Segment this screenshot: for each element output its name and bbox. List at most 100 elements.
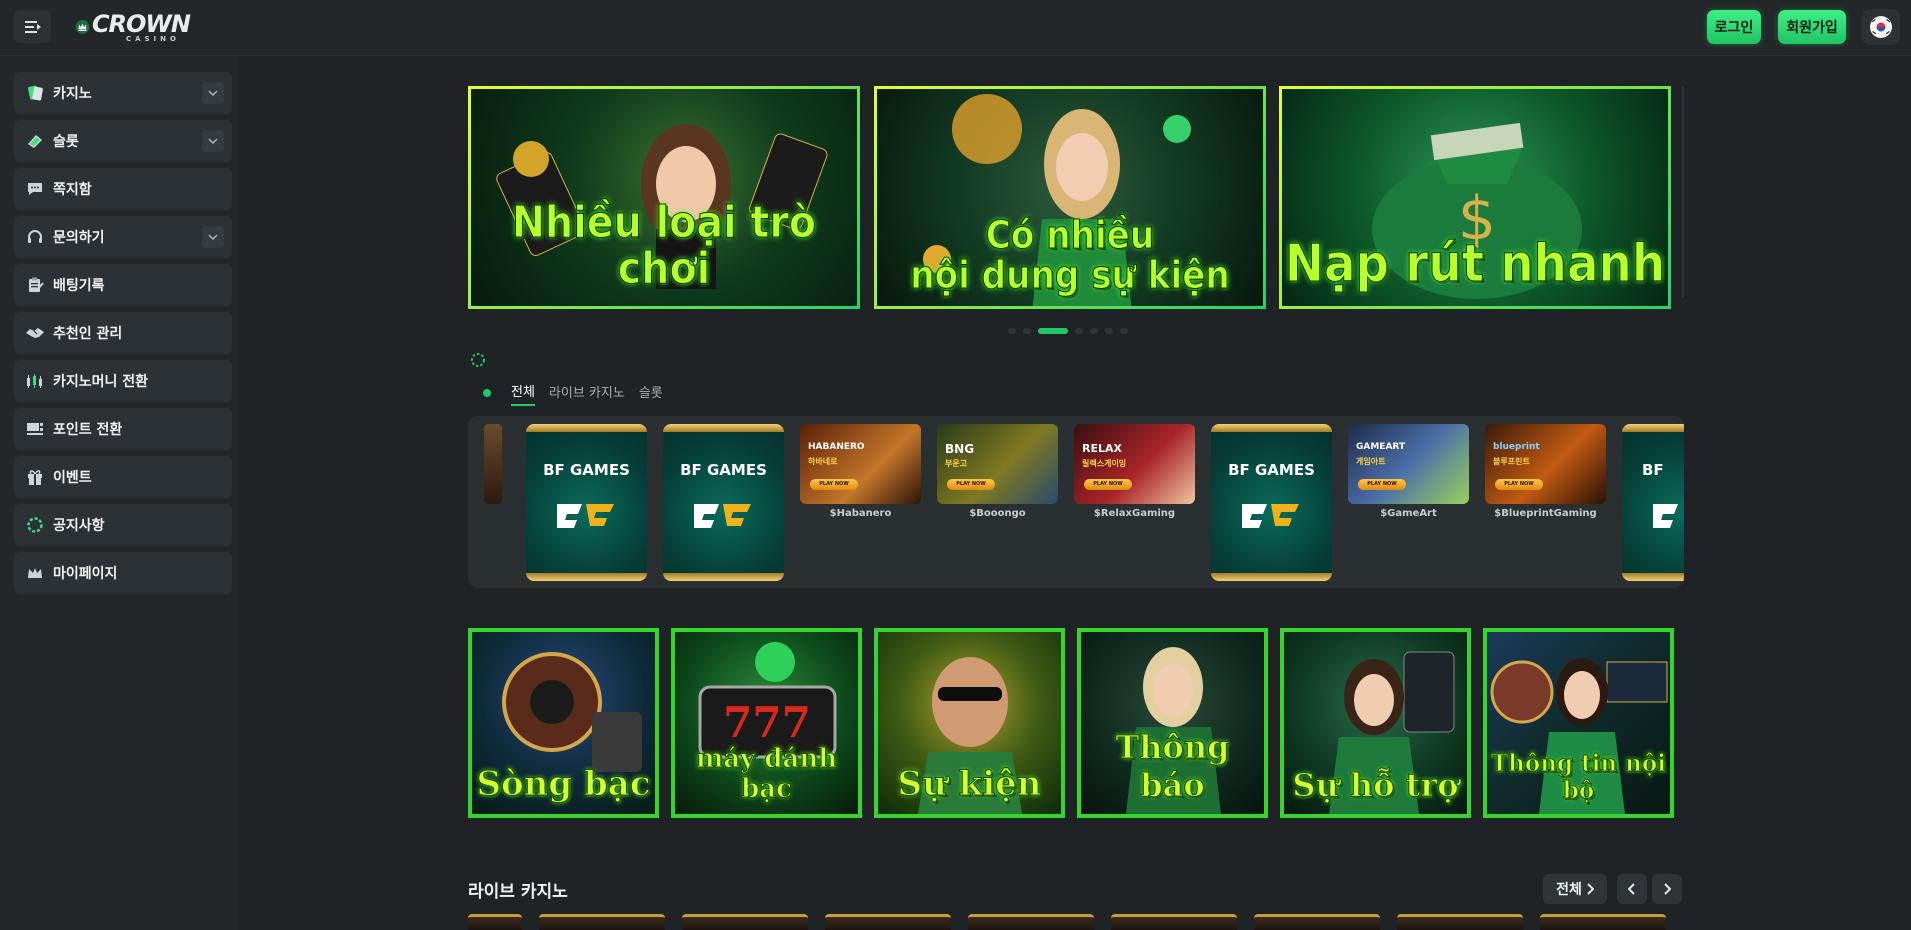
sidebar-item-label: 포인트 전환 xyxy=(53,422,123,438)
sidebar-item-point-exchange[interactable]: 포인트 전환 xyxy=(14,408,232,450)
live-game-card[interactable] xyxy=(1254,914,1380,930)
carousel-dot[interactable] xyxy=(1023,328,1031,334)
tab-live-casino[interactable]: 라이브 카지노 xyxy=(549,382,625,405)
headset-icon xyxy=(25,227,45,247)
category-casino[interactable]: Sòng bạc xyxy=(468,628,659,818)
sidebar-item-notice[interactable]: 공지사항 xyxy=(14,504,232,546)
chevron-right-icon xyxy=(1587,883,1594,895)
crown-logo-icon xyxy=(75,20,90,34)
play-now-button[interactable]: PLAY NOW xyxy=(1358,479,1406,490)
game-card-gameart[interactable]: GAMEART 게임아트 PLAY NOW xyxy=(1348,424,1469,504)
sidebar-item-label: 문의하기 xyxy=(53,230,105,246)
banner-text: Nạp rút nhanh xyxy=(1284,234,1666,295)
carousel-dot[interactable] xyxy=(1120,328,1128,334)
view-all-button[interactable]: 전체 xyxy=(1543,874,1607,904)
provider-logo: HABANERO xyxy=(808,442,865,452)
provider-logo: BNG xyxy=(945,442,975,456)
chevron-down-icon[interactable] xyxy=(202,130,224,152)
live-game-card[interactable] xyxy=(468,914,522,930)
card-border-bottom xyxy=(1211,573,1332,581)
play-now-button[interactable]: PLAY NOW xyxy=(1495,479,1543,490)
banner-text-line2: nội dung sự kiện xyxy=(910,253,1231,298)
loading-spinner-icon xyxy=(471,353,485,367)
provider-label: $Booongo xyxy=(969,508,1026,519)
prev-button[interactable] xyxy=(1617,874,1647,904)
carousel-pagination xyxy=(1008,328,1128,334)
game-card-bf[interactable]: BF GAMES xyxy=(663,424,784,581)
card-border-top xyxy=(526,424,647,432)
sidebar-item-mypage[interactable]: 마이페이지 xyxy=(14,552,232,594)
game-filter-tabs: 전체 라이브 카지노 슬롯 xyxy=(483,380,663,406)
game-card-bf[interactable]: BF xyxy=(1622,424,1684,581)
sidebar-item-casino-money-exchange[interactable]: 카지노머니 전환 xyxy=(14,360,232,402)
language-button[interactable] xyxy=(1862,9,1900,45)
category-event[interactable]: Sự kiện xyxy=(874,628,1065,818)
chevron-down-icon[interactable] xyxy=(202,226,224,248)
gift-icon xyxy=(25,467,45,487)
live-game-card[interactable] xyxy=(1397,914,1523,930)
handshake-icon xyxy=(25,323,45,343)
game-card-blueprint[interactable]: blueprint 블루프린트 PLAY NOW xyxy=(1485,424,1606,504)
game-provider-list: BF GAMES BF GAMES HABANERO 하바네로 PLAY NOW… xyxy=(468,416,1684,588)
banner-games[interactable]: Nhiều loại trò chơi xyxy=(468,86,860,309)
category-notice[interactable]: Thông báo xyxy=(1077,628,1268,818)
tab-all[interactable]: 전체 xyxy=(511,381,535,406)
sidebar-item-event[interactable]: 이벤트 xyxy=(14,456,232,498)
chevron-down-icon[interactable] xyxy=(202,82,224,104)
sidebar-item-casino[interactable]: 카지노 xyxy=(14,72,232,114)
game-title: BF GAMES xyxy=(543,461,630,479)
banner-events[interactable]: Có nhiều nội dung sự kiện xyxy=(874,86,1266,309)
carousel-dot-active[interactable] xyxy=(1038,328,1068,334)
category-slot-machine[interactable]: 777 máy đánh bạc xyxy=(671,628,862,818)
svg-text:777: 777 xyxy=(723,698,811,747)
sidebar-item-referral[interactable]: 추천인 관리 xyxy=(14,312,232,354)
live-game-card[interactable] xyxy=(682,914,808,930)
sidebar-item-label: 슬롯 xyxy=(53,134,79,150)
category-label: Sự kiện xyxy=(897,764,1042,805)
next-button[interactable] xyxy=(1652,874,1682,904)
game-card-bf[interactable]: BF GAMES xyxy=(1211,424,1332,581)
live-game-card[interactable] xyxy=(1540,914,1666,930)
banner-fast-deposit[interactable]: $ Nạp rút nhanh xyxy=(1279,86,1671,309)
sidebar-item-betting-history[interactable]: 배팅기록 xyxy=(14,264,232,306)
site-logo[interactable]: CROWN CASINO xyxy=(75,8,191,46)
carousel-dot[interactable] xyxy=(1105,328,1113,334)
game-card-bf[interactable]: BF GAMES xyxy=(526,424,647,581)
login-button[interactable]: 로그인 xyxy=(1707,10,1761,44)
banner-text: Nhiều loại trò chơi xyxy=(511,196,817,294)
live-game-card[interactable] xyxy=(825,914,951,930)
bf-logo-icon xyxy=(694,504,751,528)
live-game-card[interactable] xyxy=(539,914,665,930)
sidebar-item-slot[interactable]: 슬롯 xyxy=(14,120,232,162)
play-now-button[interactable]: PLAY NOW xyxy=(1084,479,1132,490)
live-game-card[interactable] xyxy=(1111,914,1237,930)
provider-logo: blueprint xyxy=(1493,442,1540,452)
provider-label: $Habanero xyxy=(829,508,892,519)
top-header: CROWN CASINO 로그인 회원가입 xyxy=(0,0,1911,56)
category-label: Sự hỗ trợ xyxy=(1292,766,1459,805)
menu-toggle-button[interactable] xyxy=(14,10,51,43)
category-label: Sòng bạc xyxy=(476,764,651,805)
sidebar-item-inquiry[interactable]: 문의하기 xyxy=(14,216,232,258)
game-card-habanero[interactable]: HABANERO 하바네로 PLAY NOW xyxy=(800,424,921,504)
play-now-button[interactable]: PLAY NOW xyxy=(810,479,858,490)
carousel-dot[interactable] xyxy=(1008,328,1016,334)
live-game-card[interactable] xyxy=(968,914,1094,930)
partial-game-card[interactable] xyxy=(484,424,502,504)
carousel-dot[interactable] xyxy=(1090,328,1098,334)
category-label: Thông báo xyxy=(1115,728,1230,805)
next-banner-edge xyxy=(1682,86,1684,298)
play-now-button[interactable]: PLAY NOW xyxy=(947,479,995,490)
category-support[interactable]: Sự hỗ trợ xyxy=(1280,628,1471,818)
logo-subtext: CASINO xyxy=(125,34,180,43)
tab-slot[interactable]: 슬롯 xyxy=(639,382,663,405)
sidebar-item-messages[interactable]: 쪽지함 xyxy=(14,168,232,210)
provider-subtitle: 부운고 xyxy=(945,459,968,468)
game-card-relaxgaming[interactable]: RELAX 릴렉스게이밍 PLAY NOW xyxy=(1074,424,1195,504)
game-card-booongo[interactable]: BNG 부운고 PLAY NOW xyxy=(937,424,1058,504)
banner-text-line1: Có nhiều xyxy=(985,213,1155,258)
carousel-dot[interactable] xyxy=(1075,328,1083,334)
category-internal-info[interactable]: Thông tin nội bộ xyxy=(1483,628,1674,818)
sidebar-item-label: 이벤트 xyxy=(53,470,92,486)
signup-button[interactable]: 회원가입 xyxy=(1778,10,1846,44)
